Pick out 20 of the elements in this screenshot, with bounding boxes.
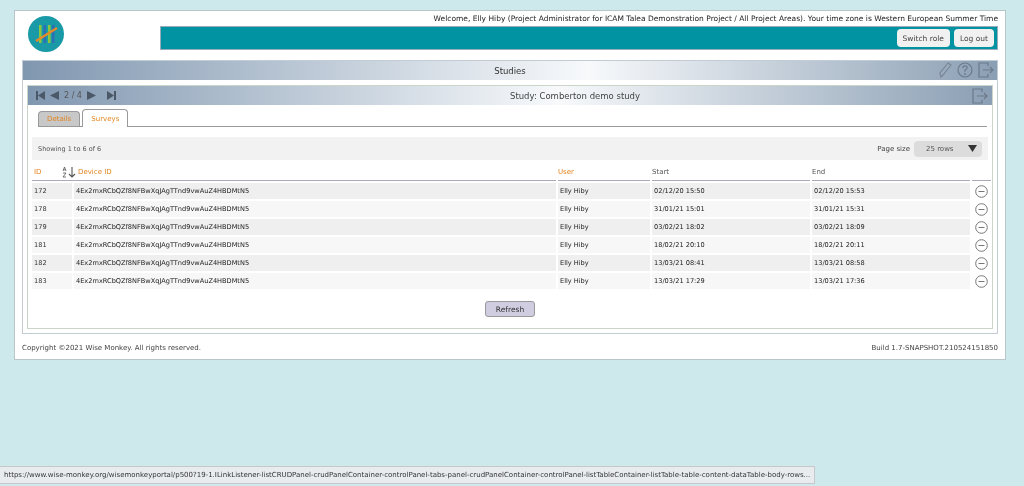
remove-icon[interactable] <box>975 184 988 198</box>
remove-icon[interactable] <box>975 256 988 270</box>
first-page-icon[interactable] <box>36 91 45 100</box>
previous-icon[interactable] <box>50 91 59 100</box>
remove-icon[interactable] <box>975 220 988 234</box>
exit-icon[interactable] <box>972 87 988 104</box>
remove-icon[interactable] <box>975 238 988 252</box>
pencil-icon[interactable] <box>938 62 952 78</box>
caret-icon <box>968 145 977 152</box>
remove-icon[interactable] <box>975 274 988 288</box>
remove-icon[interactable] <box>975 202 988 216</box>
study-title: Study: Comberton demo study <box>510 90 641 101</box>
last-page-icon[interactable] <box>106 91 116 100</box>
page-indicator: 2 / 4 <box>64 91 82 100</box>
sort-icon[interactable] <box>62 165 76 178</box>
panel-title: Studies <box>494 65 526 76</box>
exit-icon[interactable] <box>978 62 994 78</box>
help-icon[interactable] <box>957 62 973 78</box>
next-icon[interactable] <box>86 91 96 100</box>
logo-icon <box>28 16 64 52</box>
